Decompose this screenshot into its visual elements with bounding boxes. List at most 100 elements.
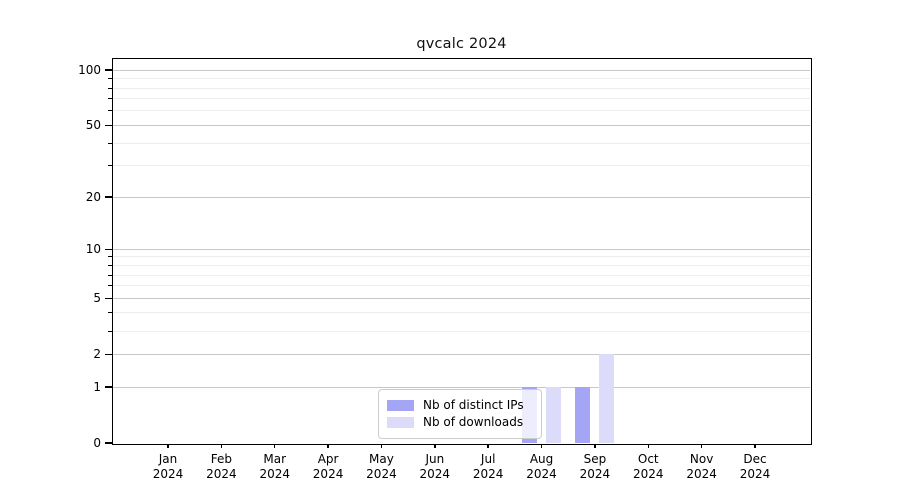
y-minor-tick bbox=[108, 87, 112, 89]
y-tick-label: 0 bbox=[93, 436, 101, 450]
x-tick bbox=[220, 443, 223, 449]
x-tick-year: 2024 bbox=[472, 467, 504, 481]
x-tick bbox=[647, 443, 650, 449]
x-tick-month: Jun bbox=[425, 452, 445, 466]
x-tick-label: Nov 2024 bbox=[672, 452, 732, 482]
x-tick bbox=[434, 443, 436, 449]
x-tick-month: Feb bbox=[210, 452, 232, 466]
x-tick-year: 2024 bbox=[579, 467, 611, 481]
bar-distinct-ips bbox=[575, 387, 591, 443]
y-minor-tick bbox=[108, 98, 112, 100]
y-minor-gridline bbox=[113, 312, 810, 314]
y-minor-tick bbox=[108, 312, 112, 314]
x-tick-month: Jul bbox=[480, 452, 496, 466]
x-tick-label: Dec 2024 bbox=[725, 452, 785, 482]
y-major-gridline bbox=[113, 124, 810, 126]
y-minor-gridline bbox=[113, 274, 810, 276]
legend: Nb of distinct IPs Nb of downloads bbox=[378, 389, 542, 439]
chart-title: qvcalc 2024 bbox=[416, 36, 507, 52]
x-tick-month: May bbox=[369, 452, 394, 466]
x-tick-label: Aug 2024 bbox=[512, 452, 572, 482]
x-tick-month: Oct bbox=[637, 452, 659, 466]
y-major-tick bbox=[105, 196, 112, 198]
x-tick-year: 2024 bbox=[206, 467, 237, 481]
x-tick-label: May 2024 bbox=[351, 452, 411, 482]
y-minor-gridline bbox=[113, 110, 810, 112]
x-tick-label: Jul 2024 bbox=[458, 452, 518, 482]
y-major-tick bbox=[105, 442, 112, 444]
x-tick bbox=[167, 443, 169, 449]
y-minor-gridline bbox=[113, 87, 810, 89]
chart: qvcalc 2024 0 1 2 5 10 20 50 100 Jan 2024 Feb 2024 M… bbox=[0, 0, 900, 500]
y-minor-gridline bbox=[113, 265, 810, 266]
y-tick-label: 100 bbox=[78, 63, 101, 78]
x-tick bbox=[380, 443, 383, 449]
x-tick-year: 2024 bbox=[686, 467, 717, 481]
x-tick-label: Jan 2024 bbox=[138, 452, 198, 482]
y-major-gridline bbox=[113, 386, 810, 388]
y-minor-gridline bbox=[113, 330, 810, 332]
legend-entry-downloads: Nb of downloads bbox=[387, 414, 533, 431]
x-tick-label: Jun 2024 bbox=[405, 452, 465, 482]
y-major-tick bbox=[105, 297, 112, 299]
legend-label-distinct-ips: Nb of distinct IPs bbox=[423, 398, 524, 412]
y-minor-tick bbox=[108, 142, 112, 144]
y-tick-label: 20 bbox=[85, 190, 101, 205]
legend-swatch-downloads-icon bbox=[387, 417, 414, 428]
x-tick-month: Sep bbox=[583, 452, 607, 466]
x-tick-label: Apr 2024 bbox=[298, 452, 358, 482]
y-minor-tick bbox=[108, 274, 112, 276]
x-tick-label: Mar 2024 bbox=[245, 452, 305, 482]
y-tick-label: 2 bbox=[93, 347, 101, 362]
x-tick-label: Oct 2024 bbox=[618, 452, 678, 482]
y-minor-tick bbox=[108, 285, 112, 287]
x-tick bbox=[327, 443, 329, 449]
y-major-gridline bbox=[113, 196, 810, 198]
legend-entry-distinct-ips: Nb of distinct IPs bbox=[387, 397, 533, 414]
y-minor-gridline bbox=[113, 165, 810, 167]
x-tick-year: 2024 bbox=[312, 467, 344, 481]
x-tick-month: Apr bbox=[317, 452, 339, 466]
x-tick bbox=[540, 443, 543, 449]
axes-box bbox=[111, 57, 812, 445]
y-tick-label: 10 bbox=[85, 242, 101, 257]
y-minor-tick bbox=[108, 265, 112, 266]
x-tick-year: 2024 bbox=[152, 467, 184, 481]
bar-downloads bbox=[546, 387, 562, 443]
x-tick-month: Mar bbox=[263, 452, 287, 466]
y-major-gridline bbox=[113, 353, 810, 355]
y-minor-gridline bbox=[113, 78, 810, 80]
y-major-tick bbox=[105, 353, 112, 355]
y-major-tick bbox=[105, 124, 112, 127]
y-minor-gridline bbox=[113, 285, 810, 287]
y-minor-gridline bbox=[113, 98, 810, 100]
x-tick bbox=[487, 443, 489, 449]
y-major-tick bbox=[105, 69, 112, 71]
y-minor-gridline bbox=[113, 256, 810, 258]
x-tick bbox=[594, 443, 596, 449]
legend-swatch-distinct-ips-icon bbox=[387, 400, 414, 411]
x-tick-month: Nov bbox=[689, 452, 714, 466]
x-tick-month: Dec bbox=[743, 452, 767, 466]
x-tick bbox=[754, 443, 756, 449]
y-tick-label: 5 bbox=[93, 291, 101, 306]
x-tick-label: Sep 2024 bbox=[565, 452, 625, 482]
y-major-gridline bbox=[113, 69, 810, 71]
y-minor-tick bbox=[108, 78, 112, 80]
x-tick-year: 2024 bbox=[366, 467, 397, 481]
y-major-tick bbox=[105, 248, 112, 251]
x-tick-year: 2024 bbox=[632, 467, 664, 481]
y-minor-gridline bbox=[113, 142, 810, 144]
x-tick-year: 2024 bbox=[259, 467, 290, 481]
y-tick-label: 50 bbox=[85, 118, 101, 133]
y-major-gridline bbox=[113, 297, 810, 299]
x-tick-month: Aug bbox=[529, 452, 554, 466]
y-major-gridline bbox=[113, 248, 810, 250]
x-tick-year: 2024 bbox=[526, 467, 557, 481]
x-tick-year: 2024 bbox=[739, 467, 771, 481]
y-tick-label: 1 bbox=[93, 380, 101, 394]
x-tick bbox=[273, 443, 276, 449]
x-tick-month: Jan bbox=[158, 452, 178, 466]
x-tick-label: Feb 2024 bbox=[191, 452, 251, 482]
y-minor-tick bbox=[108, 256, 112, 258]
